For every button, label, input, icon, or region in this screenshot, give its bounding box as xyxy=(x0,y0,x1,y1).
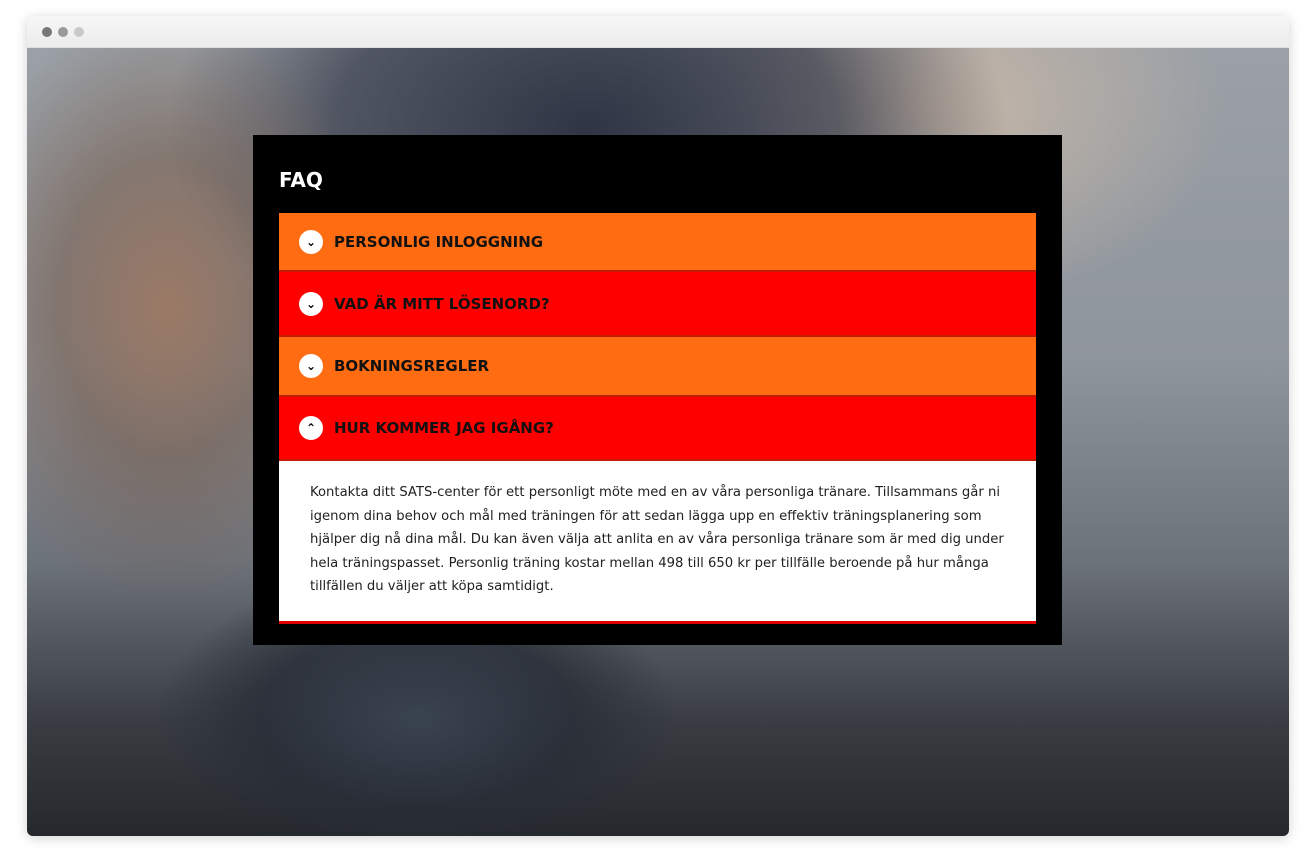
faq-item-personlig-inloggning[interactable]: ⌄ PERSONLIG INLOGGNING xyxy=(279,213,1036,272)
faq-item-losenord[interactable]: ⌄ VAD ÄR MITT LÖSENORD? xyxy=(279,272,1036,337)
faq-item-label: VAD ÄR MITT LÖSENORD? xyxy=(334,294,550,313)
faq-item-bokningsregler[interactable]: ⌄ BOKNINGSREGLER xyxy=(279,337,1036,397)
maximize-dot[interactable] xyxy=(74,27,84,37)
chevron-down-icon: ⌄ xyxy=(299,291,323,316)
faq-item-hur-kommer-jag-igang[interactable]: ⌃ HUR KOMMER JAG IGÅNG? xyxy=(279,397,1036,461)
faq-title: FAQ xyxy=(279,168,323,192)
background-photo: FAQ ⌄ PERSONLIG INLOGGNING ⌄ VAD ÄR MITT… xyxy=(27,48,1289,836)
browser-titlebar xyxy=(27,16,1289,48)
chevron-down-icon: ⌄ xyxy=(299,229,323,254)
close-dot[interactable] xyxy=(42,27,52,37)
chevron-up-icon: ⌃ xyxy=(299,416,323,440)
faq-answer: Kontakta ditt SATS-center för ett person… xyxy=(279,461,1036,624)
faq-accordion: ⌄ PERSONLIG INLOGGNING ⌄ VAD ÄR MITT LÖS… xyxy=(279,213,1036,624)
minimize-dot[interactable] xyxy=(58,27,68,37)
faq-item-label: PERSONLIG INLOGGNING xyxy=(334,232,544,251)
browser-window: FAQ ⌄ PERSONLIG INLOGGNING ⌄ VAD ÄR MITT… xyxy=(27,16,1289,836)
faq-item-label: BOKNINGSREGLER xyxy=(334,357,490,375)
faq-panel: FAQ ⌄ PERSONLIG INLOGGNING ⌄ VAD ÄR MITT… xyxy=(253,135,1062,645)
faq-item-label: HUR KOMMER JAG IGÅNG? xyxy=(334,419,554,437)
chevron-down-icon: ⌄ xyxy=(299,354,323,378)
